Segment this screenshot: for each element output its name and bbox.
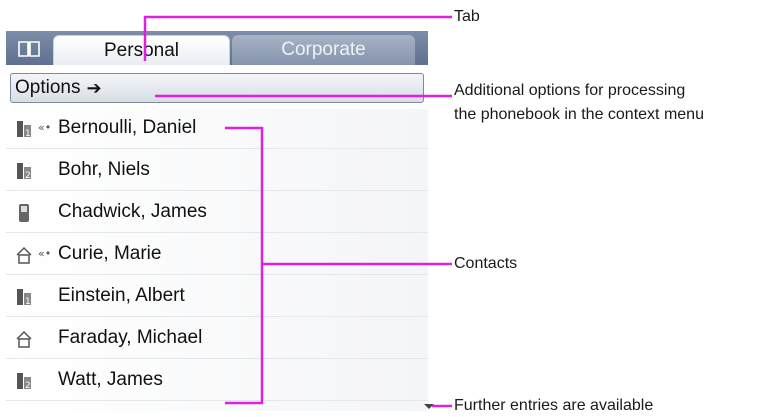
annotation-contacts: Contacts [454, 255, 518, 272]
diagram: Personal Corporate Options ➔ 1 «• Bernoull… [0, 0, 761, 414]
annotation-tab: Tab [454, 8, 480, 25]
annotation-options-line1: Additional options for processing [454, 82, 686, 99]
annotation-options-line2: the phonebook in the context menu [454, 106, 704, 123]
callout-lines [143, 15, 452, 408]
callout-contacts-bracket [225, 126, 264, 405]
callout-tab-line [143, 15, 452, 61]
annotation-more: Further entries are available [454, 397, 654, 414]
